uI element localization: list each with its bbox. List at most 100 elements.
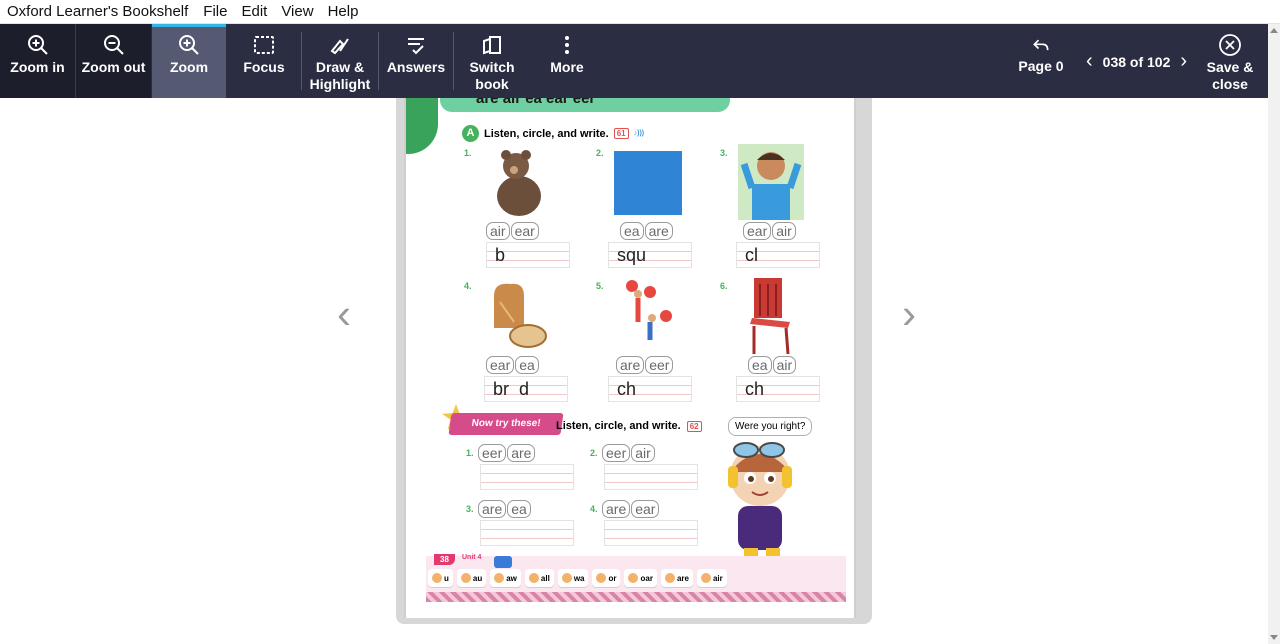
choice-group: air ear	[486, 222, 539, 240]
item-number: 3.	[466, 504, 474, 514]
write-line[interactable]: ch	[736, 376, 820, 402]
section-b-heading: Listen, circle, and write. 62	[556, 420, 702, 432]
answers-button[interactable]: Answers	[379, 24, 453, 98]
page-back-label: Page 0	[1018, 58, 1064, 74]
switch-label: Switch	[469, 59, 515, 75]
audio-icon[interactable]: ♪)))	[634, 130, 645, 137]
zigzag-border	[426, 592, 846, 602]
speech-bubble: Were you right?	[728, 417, 813, 436]
answer-prefix: squ	[617, 245, 647, 265]
menu-help[interactable]: Help	[321, 3, 366, 20]
book-icon	[483, 36, 501, 55]
choice-option[interactable]: eer	[478, 444, 507, 462]
write-line[interactable]	[604, 464, 698, 490]
write-line[interactable]	[480, 520, 574, 546]
page-title: are air ea ear eer	[440, 98, 730, 112]
choice-option[interactable]: are	[616, 356, 645, 374]
chevron-right-icon[interactable]: ›	[1180, 50, 1187, 73]
focus-icon	[254, 36, 274, 54]
page-back-button[interactable]: Page 0	[1008, 24, 1074, 98]
write-line[interactable]	[604, 520, 698, 546]
phonics-chip: aw	[490, 569, 521, 587]
focus-button[interactable]: Focus	[228, 24, 300, 98]
choice-option[interactable]: are	[644, 222, 673, 240]
answer-prefix: b	[495, 245, 506, 265]
section-a-badge: A	[462, 125, 479, 142]
scroll-up-icon[interactable]	[1270, 28, 1278, 33]
section-b-instruction: Listen, circle, and write.	[556, 420, 681, 432]
zoom-button[interactable]: Zoom	[152, 24, 226, 98]
switch-book-button[interactable]: Switch book	[454, 24, 530, 98]
save-close-button[interactable]: Save & close	[1196, 24, 1264, 98]
choice-group: are ear	[602, 500, 660, 518]
phonics-chip: wa	[557, 569, 589, 587]
choice-option[interactable]: are	[478, 500, 507, 518]
pen-icon	[330, 38, 349, 55]
footer-page-number: 38	[434, 554, 455, 565]
zoom-in-button[interactable]: Zoom in	[0, 24, 75, 98]
item-number: 2.	[590, 448, 598, 458]
answer-prefix: cl	[745, 245, 758, 265]
item-number: 4.	[590, 504, 598, 514]
phonics-chip: are	[660, 569, 693, 587]
choice-group: ear ea	[486, 356, 539, 374]
choice-option[interactable]: air	[631, 444, 655, 462]
item-number: 4.	[464, 281, 472, 291]
write-line[interactable]: b	[486, 242, 570, 268]
cheerleader-picture	[626, 280, 672, 340]
choice-group: are ea	[478, 500, 531, 518]
audio-track-badge[interactable]: 62	[686, 420, 702, 432]
choice-option[interactable]: air	[772, 356, 797, 374]
vertical-scrollbar[interactable]	[1268, 24, 1280, 644]
choice-option[interactable]: eer	[602, 444, 631, 462]
item-number: 1.	[466, 448, 474, 458]
item-number: 6.	[720, 281, 728, 291]
zoom-in-label: Zoom in	[10, 59, 65, 75]
scroll-down-icon[interactable]	[1270, 635, 1278, 640]
menu-file[interactable]: File	[196, 3, 234, 20]
choice-option[interactable]: are	[602, 500, 631, 518]
write-line[interactable]: cl	[736, 242, 820, 268]
choice-option[interactable]: ear	[631, 500, 660, 518]
choice-option[interactable]: air	[486, 222, 510, 240]
choice-option[interactable]: ea	[515, 356, 539, 374]
zoom-out-button[interactable]: Zoom out	[76, 24, 151, 98]
draw-highlight-button[interactable]: Draw & Highlight	[302, 24, 378, 98]
undo-arrow-icon	[1033, 39, 1049, 51]
page-indicator: 038 of 102	[1102, 53, 1171, 70]
zoom-out-icon	[103, 35, 124, 55]
write-line[interactable]	[480, 464, 574, 490]
phonics-chip: or	[592, 569, 621, 587]
footer-unit-label: Unit 4	[462, 554, 482, 561]
write-line[interactable]: squ	[608, 242, 692, 268]
menu-edit[interactable]: Edit	[234, 3, 274, 20]
choice-option[interactable]: eer	[645, 356, 674, 374]
choice-option[interactable]: air	[772, 222, 796, 240]
answers-label: Answers	[386, 59, 446, 75]
write-line[interactable]: ch	[608, 376, 692, 402]
menu-view[interactable]: View	[274, 3, 320, 20]
choice-option[interactable]: ear	[743, 222, 772, 240]
prev-page-arrow-icon[interactable]: ‹	[337, 290, 351, 338]
choice-option[interactable]: ea	[620, 222, 644, 240]
focus-label: Focus	[243, 59, 285, 75]
choice-option[interactable]: are	[507, 444, 536, 462]
choice-option[interactable]: ear	[510, 222, 539, 240]
book-page: are air ea ear eer A Listen, circle, and…	[404, 98, 856, 618]
next-page-arrow-icon[interactable]: ›	[902, 290, 916, 338]
choice-option[interactable]: ear	[486, 356, 515, 374]
section-a-instruction: Listen, circle, and write.	[484, 127, 609, 140]
choice-group: eer are	[478, 444, 536, 462]
answer-prefix: ch	[617, 379, 637, 399]
write-line[interactable]: br d	[484, 376, 568, 402]
bread-picture	[494, 283, 547, 348]
menu-bar: Oxford Learner's Bookshelf File Edit Vie…	[0, 0, 1280, 24]
choice-option[interactable]: ea	[507, 500, 531, 518]
choice-group: eer air	[602, 444, 655, 462]
gamepad-icon[interactable]	[494, 556, 512, 568]
choice-option[interactable]: ea	[748, 356, 772, 374]
chevron-left-icon[interactable]: ‹	[1086, 50, 1093, 73]
audio-track-badge[interactable]: 61	[613, 128, 629, 139]
more-button[interactable]: More	[530, 24, 604, 98]
draw-label: Draw &	[315, 59, 365, 75]
